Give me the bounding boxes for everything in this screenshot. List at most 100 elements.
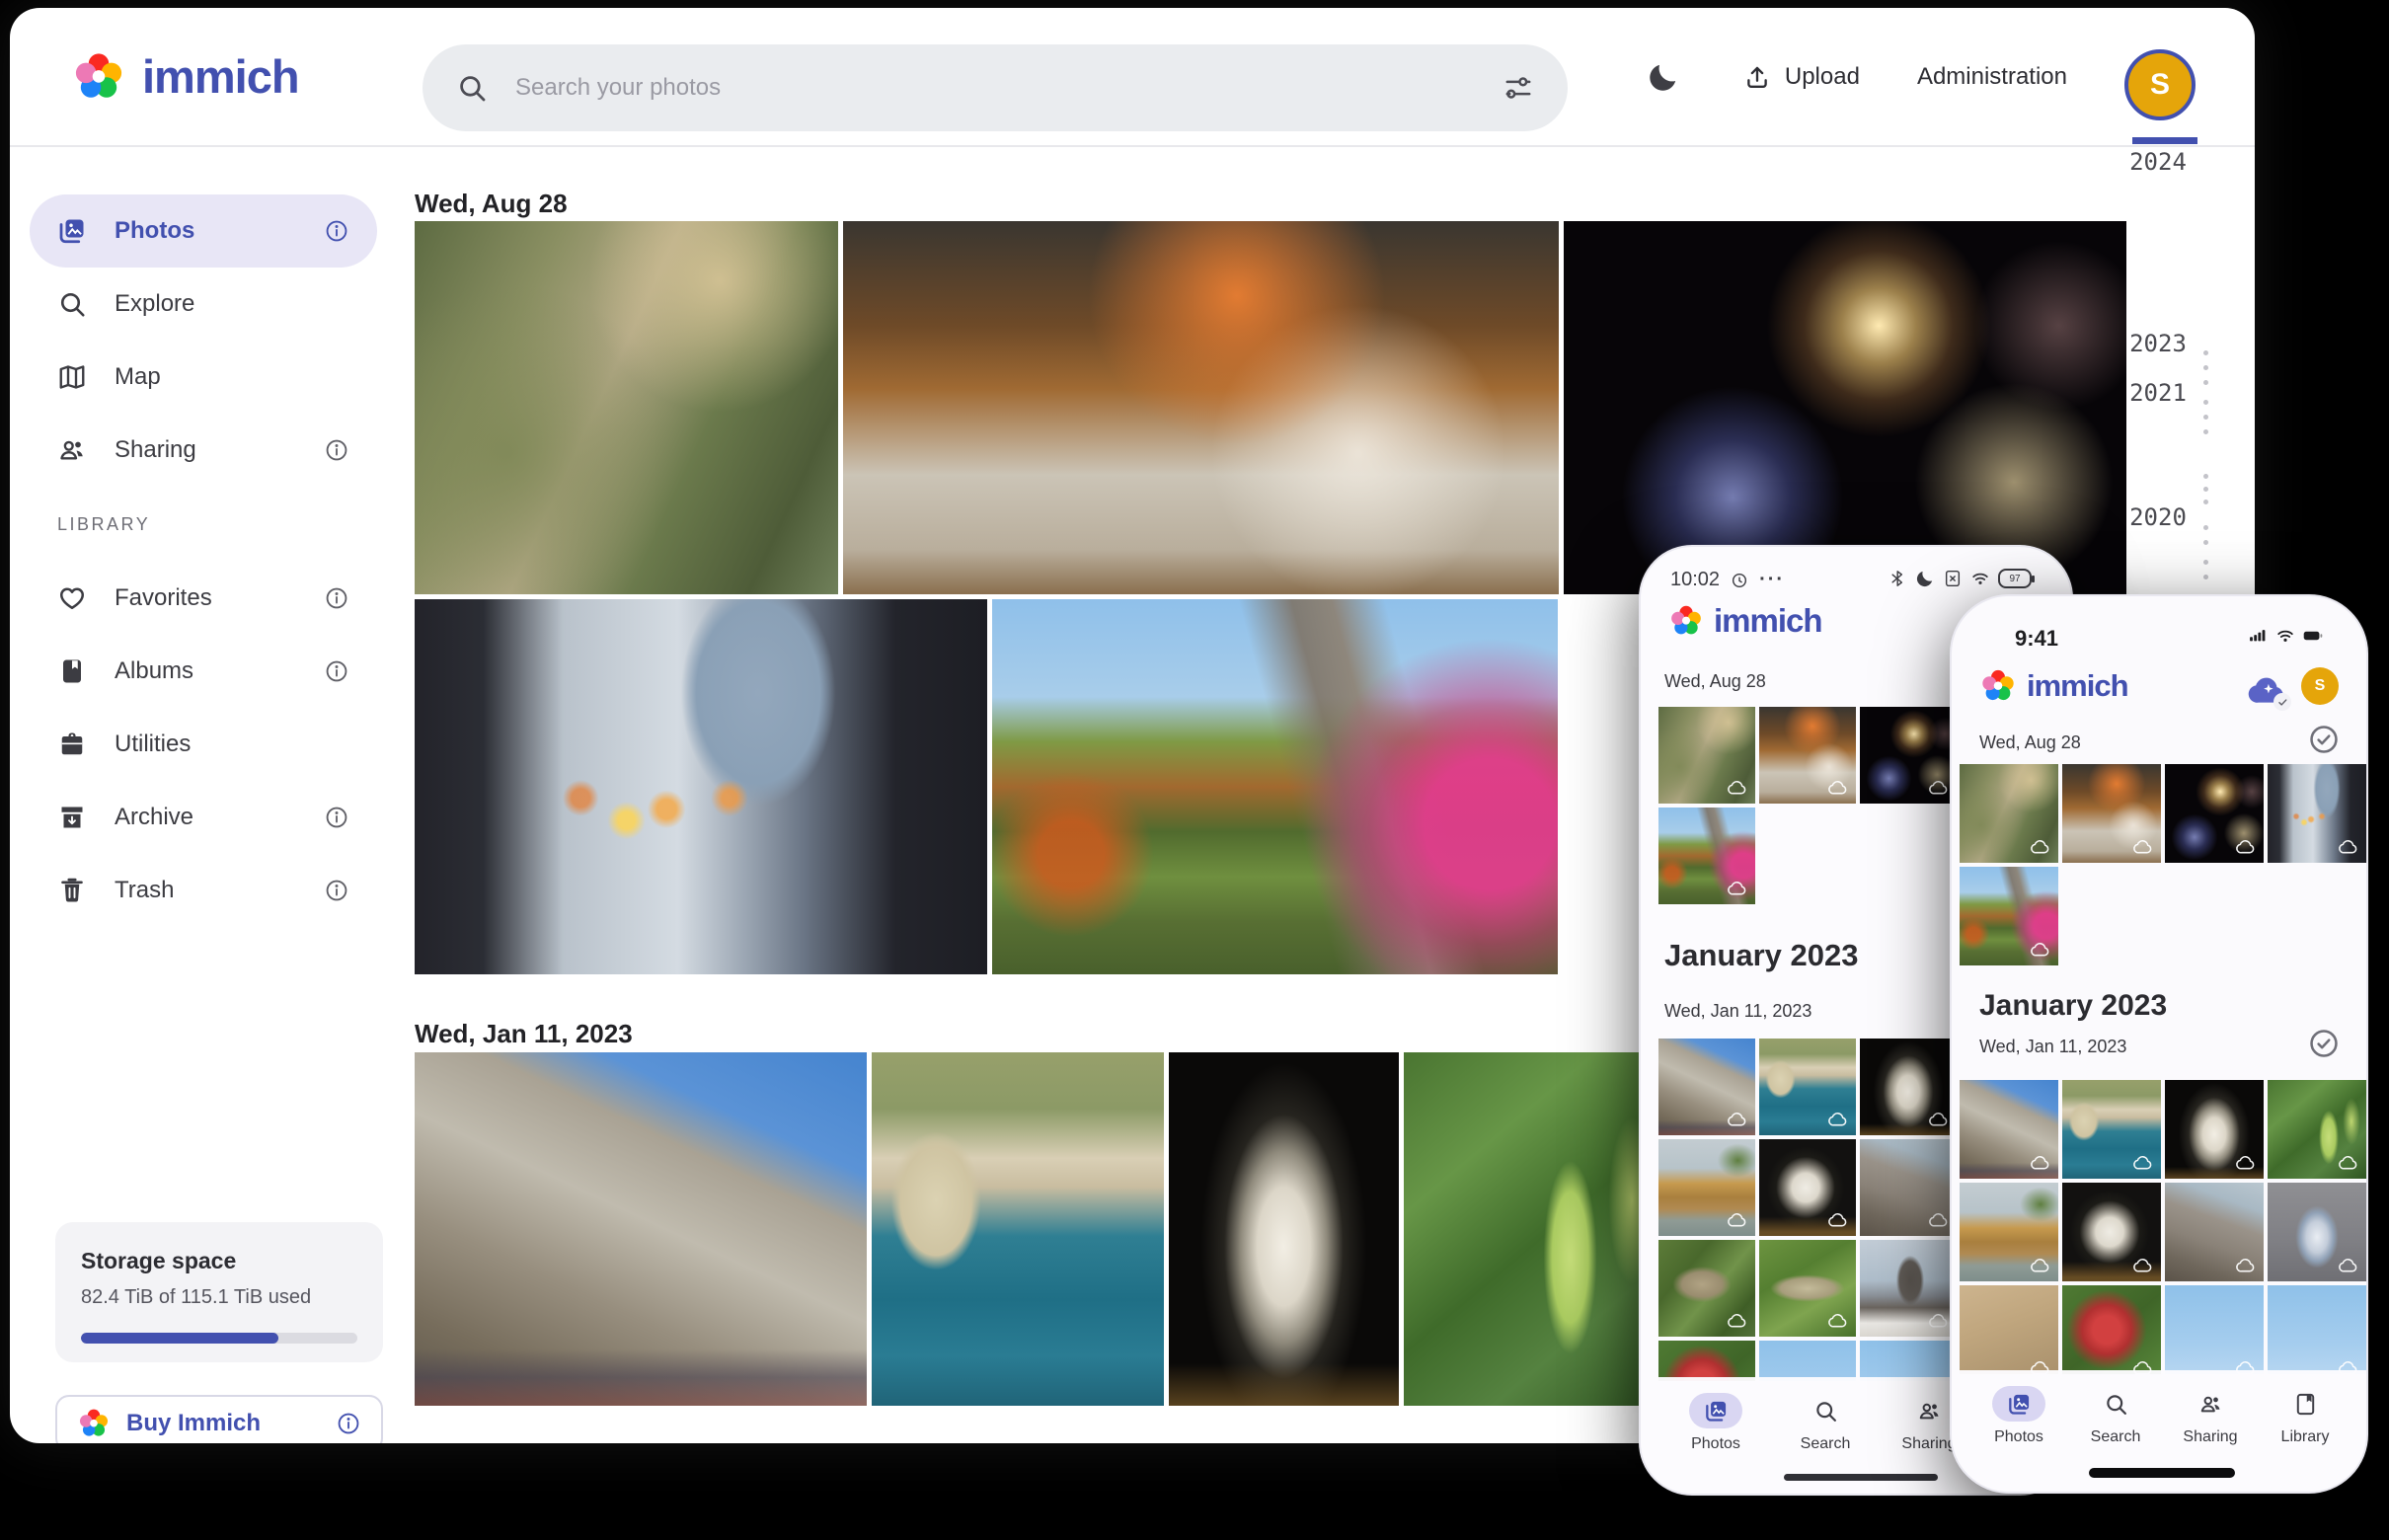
cloud-backup-icon[interactable] bbox=[2246, 669, 2289, 709]
filter-sliders-icon[interactable] bbox=[1503, 72, 1534, 104]
beach-cliff-photo[interactable] bbox=[1658, 1139, 1755, 1236]
winter-church-photo[interactable] bbox=[1860, 1240, 1957, 1337]
stone-sculpture-photo[interactable] bbox=[2062, 1183, 2161, 1281]
cloud-synced-icon bbox=[2030, 1255, 2051, 1276]
nav-item-search[interactable]: Search bbox=[2068, 1386, 2163, 1446]
info-icon[interactable] bbox=[324, 805, 349, 830]
info-icon[interactable] bbox=[324, 878, 349, 903]
coastal-town-photo[interactable] bbox=[872, 1052, 1164, 1406]
cloud-synced-icon bbox=[1827, 1209, 1849, 1231]
utilities-icon bbox=[57, 730, 87, 759]
cloud-synced-icon bbox=[1928, 1209, 1950, 1231]
administration-link[interactable]: Administration bbox=[1917, 63, 2067, 91]
library-icon bbox=[2278, 1386, 2332, 1422]
beach-cliff-photo[interactable] bbox=[1960, 1183, 2058, 1281]
user-avatar[interactable]: S bbox=[2301, 667, 2339, 705]
marble-bust-photo[interactable] bbox=[1860, 1039, 1957, 1135]
search-input[interactable] bbox=[513, 73, 1477, 103]
sidebar-item-photos[interactable]: Photos bbox=[30, 194, 377, 268]
sidebar-item-map[interactable]: Map bbox=[30, 341, 377, 414]
silver-ornament-photo[interactable] bbox=[2268, 1183, 2366, 1281]
nav-item-sharing[interactable]: Sharing bbox=[2163, 1386, 2258, 1446]
sidebar-item-trash[interactable]: Trash bbox=[30, 854, 377, 927]
autumn-garden-path-photo[interactable] bbox=[1960, 867, 2058, 965]
autumn-dinner-table-photo[interactable] bbox=[2062, 764, 2161, 863]
autumn-garden-path-photo[interactable] bbox=[992, 599, 1558, 974]
fireworks-night-photo[interactable] bbox=[1860, 707, 1957, 804]
info-icon[interactable] bbox=[336, 1411, 361, 1436]
timeline-tick bbox=[2203, 540, 2208, 545]
red-flowers-photo[interactable] bbox=[2062, 1285, 2161, 1374]
sea-grapes-plant-photo[interactable] bbox=[2268, 1080, 2366, 1179]
marble-bust-photo[interactable] bbox=[2165, 1080, 2264, 1179]
fireworks-night-photo[interactable] bbox=[1564, 221, 2126, 594]
zoo-monkeys-photo[interactable] bbox=[1658, 707, 1755, 804]
immich-logo[interactable]: immich bbox=[71, 8, 299, 145]
coastal-town-photo[interactable] bbox=[1759, 1039, 1856, 1135]
info-icon[interactable] bbox=[324, 658, 349, 684]
dark-mode-toggle[interactable] bbox=[1647, 57, 1686, 97]
search-bar[interactable] bbox=[423, 44, 1568, 131]
select-all-check-icon[interactable] bbox=[2307, 1027, 2341, 1060]
fortress-walls-photo[interactable] bbox=[1658, 1039, 1755, 1135]
storage-space-card: Storage space 82.4 TiB of 115.1 TiB used bbox=[55, 1222, 383, 1362]
couple-holding-hands-photo[interactable] bbox=[415, 599, 987, 974]
sidebar-item-label: Albums bbox=[115, 657, 193, 685]
info-icon[interactable] bbox=[324, 218, 349, 244]
info-icon[interactable] bbox=[324, 585, 349, 611]
nav-item-search[interactable]: Search bbox=[1778, 1393, 1873, 1453]
cloud-synced-icon bbox=[1928, 1109, 1950, 1130]
upload-button[interactable]: Upload bbox=[1743, 63, 1860, 91]
blue-sky-photo[interactable] bbox=[2268, 1285, 2366, 1374]
red-flowers-photo[interactable] bbox=[1658, 1341, 1755, 1381]
timeline-year[interactable]: 2024 bbox=[2120, 148, 2196, 176]
month-header: January 2023 bbox=[1664, 938, 1858, 973]
sidebar-item-sharing[interactable]: Sharing bbox=[30, 414, 377, 487]
lizard-closeup-photo[interactable] bbox=[1759, 1240, 1856, 1337]
mobile-app-mockup-ios: 9:41 immich S Wed, Aug 28 January 2023 W… bbox=[1950, 594, 2368, 1494]
sandy-shore-photo[interactable] bbox=[1960, 1285, 2058, 1374]
user-avatar[interactable]: S bbox=[2124, 49, 2196, 120]
sidebar-item-explore[interactable]: Explore bbox=[30, 268, 377, 341]
nav-item-photos[interactable]: Photos bbox=[1971, 1386, 2066, 1446]
coastal-town-photo[interactable] bbox=[2062, 1080, 2161, 1179]
fortress-walls-photo[interactable] bbox=[415, 1052, 867, 1406]
autumn-dinner-table-photo[interactable] bbox=[1759, 707, 1856, 804]
home-indicator[interactable] bbox=[2089, 1468, 2235, 1478]
zoo-monkeys-photo[interactable] bbox=[1960, 764, 2058, 863]
sidebar-item-utilities[interactable]: Utilities bbox=[30, 708, 377, 781]
blue-sky-photo[interactable] bbox=[1759, 1341, 1856, 1381]
sea-grapes-plant-photo[interactable] bbox=[1404, 1052, 1672, 1406]
autumn-dinner-table-photo[interactable] bbox=[843, 221, 1559, 594]
cloud-synced-icon bbox=[1727, 1209, 1748, 1231]
nav-item-photos[interactable]: Photos bbox=[1668, 1393, 1763, 1453]
info-icon[interactable] bbox=[324, 437, 349, 463]
timeline-tick bbox=[2203, 474, 2208, 479]
fortress-walls-photo[interactable] bbox=[1960, 1080, 2058, 1179]
sidebar-item-favorites[interactable]: Favorites bbox=[30, 562, 377, 635]
blue-sky-photo[interactable] bbox=[1860, 1341, 1957, 1381]
timeline-year[interactable]: 2020 bbox=[2120, 503, 2196, 531]
stone-sculpture-photo[interactable] bbox=[1759, 1139, 1856, 1236]
sidebar-item-albums[interactable]: Albums bbox=[30, 635, 377, 708]
zoo-monkeys-photo[interactable] bbox=[415, 221, 838, 594]
home-indicator[interactable] bbox=[1784, 1474, 1938, 1481]
fireworks-night-photo[interactable] bbox=[2165, 764, 2264, 863]
couple-holding-hands-photo[interactable] bbox=[2268, 764, 2366, 863]
immich-wordmark: immich bbox=[142, 49, 299, 104]
timeline-year[interactable]: 2023 bbox=[2120, 330, 2196, 357]
timeline-tick bbox=[2203, 400, 2208, 405]
blue-sky-photo[interactable] bbox=[2165, 1285, 2264, 1374]
map-icon bbox=[57, 362, 87, 392]
castle-ruins-photo[interactable] bbox=[2165, 1183, 2264, 1281]
buy-immich-button[interactable]: Buy Immich bbox=[55, 1395, 383, 1443]
autumn-garden-path-photo[interactable] bbox=[1658, 808, 1755, 904]
timeline-scrubber-handle[interactable] bbox=[2132, 137, 2197, 144]
timeline-year[interactable]: 2021 bbox=[2120, 379, 2196, 407]
nav-item-library[interactable]: Library bbox=[2258, 1386, 2352, 1446]
castle-ruins-photo[interactable] bbox=[1860, 1139, 1957, 1236]
lizard-on-moss-photo[interactable] bbox=[1658, 1240, 1755, 1337]
select-all-check-icon[interactable] bbox=[2307, 723, 2341, 756]
sidebar-item-archive[interactable]: Archive bbox=[30, 781, 377, 854]
marble-bust-photo[interactable] bbox=[1169, 1052, 1399, 1406]
